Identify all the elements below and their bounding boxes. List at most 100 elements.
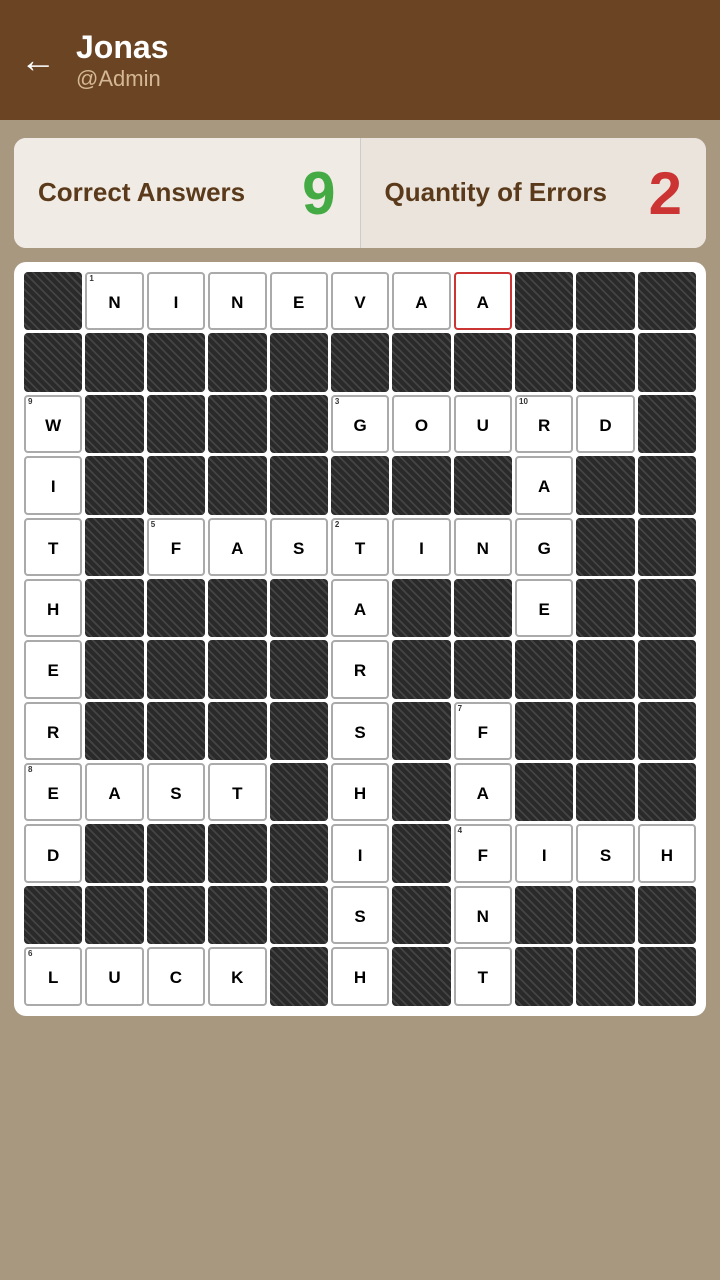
table-row: E — [270, 272, 328, 330]
table-row: E — [515, 579, 573, 637]
table-row: E — [24, 640, 82, 698]
table-row: H — [331, 947, 389, 1005]
table-row — [85, 518, 143, 576]
table-row: 5F — [147, 518, 205, 576]
table-row: D — [576, 395, 634, 453]
back-button[interactable]: ← — [20, 39, 56, 81]
table-row — [85, 333, 143, 391]
table-row — [392, 763, 450, 821]
table-row: A — [454, 272, 512, 330]
table-row — [515, 886, 573, 944]
errors-value: 2 — [649, 159, 682, 228]
table-row — [515, 640, 573, 698]
table-row — [576, 640, 634, 698]
table-row — [638, 456, 696, 514]
table-row: U — [85, 947, 143, 1005]
table-row — [638, 886, 696, 944]
table-row: D — [24, 824, 82, 882]
table-row: 9W — [24, 395, 82, 453]
table-row: 1N — [85, 272, 143, 330]
table-row — [85, 395, 143, 453]
table-row — [85, 824, 143, 882]
table-row — [208, 395, 266, 453]
table-row — [392, 333, 450, 391]
table-row: N — [454, 518, 512, 576]
errors-stat: Quantity of Errors 2 — [361, 138, 707, 248]
table-row — [24, 886, 82, 944]
table-row — [85, 456, 143, 514]
table-row — [515, 763, 573, 821]
table-row — [208, 640, 266, 698]
table-row — [576, 763, 634, 821]
table-row: S — [147, 763, 205, 821]
table-row — [454, 333, 512, 391]
table-row — [270, 456, 328, 514]
table-row — [85, 579, 143, 637]
table-row — [576, 947, 634, 1005]
table-row: A — [208, 518, 266, 576]
table-row: C — [147, 947, 205, 1005]
table-row — [147, 702, 205, 760]
table-row — [208, 579, 266, 637]
table-row: R — [24, 702, 82, 760]
table-row — [515, 947, 573, 1005]
table-row — [270, 333, 328, 391]
table-row — [24, 272, 82, 330]
table-row — [638, 579, 696, 637]
table-row — [638, 640, 696, 698]
table-row — [270, 702, 328, 760]
table-row: S — [576, 824, 634, 882]
table-row — [331, 456, 389, 514]
table-row — [208, 702, 266, 760]
admin-label: @Admin — [76, 66, 168, 92]
table-row — [147, 579, 205, 637]
table-row: 7F — [454, 702, 512, 760]
crossword-grid: 1NINEVAA9W3GOU10RDIAT5FAS2TINGHAEERRS7F8… — [24, 272, 696, 1006]
table-row — [638, 763, 696, 821]
table-row — [638, 518, 696, 576]
table-row: S — [270, 518, 328, 576]
table-row — [24, 333, 82, 391]
table-row: G — [515, 518, 573, 576]
table-row — [638, 395, 696, 453]
table-row: I — [331, 824, 389, 882]
table-row: 2T — [331, 518, 389, 576]
table-row — [331, 333, 389, 391]
table-row — [147, 395, 205, 453]
table-row — [638, 333, 696, 391]
table-row: H — [331, 763, 389, 821]
table-row — [85, 702, 143, 760]
table-row — [392, 579, 450, 637]
table-row: V — [331, 272, 389, 330]
table-row: N — [454, 886, 512, 944]
correct-answers-value: 9 — [302, 159, 335, 228]
username: Jonas — [76, 29, 168, 66]
table-row — [147, 640, 205, 698]
table-row — [392, 456, 450, 514]
table-row: O — [392, 395, 450, 453]
table-row — [515, 333, 573, 391]
crossword-grid-container: 1NINEVAA9W3GOU10RDIAT5FAS2TINGHAEERRS7F8… — [14, 262, 706, 1016]
table-row: A — [85, 763, 143, 821]
table-row — [576, 333, 634, 391]
table-row — [208, 333, 266, 391]
table-row: A — [515, 456, 573, 514]
table-row — [392, 886, 450, 944]
table-row: H — [638, 824, 696, 882]
table-row — [208, 824, 266, 882]
table-row: A — [331, 579, 389, 637]
table-row: I — [515, 824, 573, 882]
table-row — [515, 702, 573, 760]
table-row: I — [147, 272, 205, 330]
table-row: 4F — [454, 824, 512, 882]
table-row — [147, 824, 205, 882]
table-row: N — [208, 272, 266, 330]
table-row — [392, 702, 450, 760]
table-row: A — [454, 763, 512, 821]
table-row — [576, 886, 634, 944]
table-row: K — [208, 947, 266, 1005]
table-row — [454, 640, 512, 698]
table-row: T — [208, 763, 266, 821]
table-row: T — [454, 947, 512, 1005]
header: ← Jonas @Admin — [0, 0, 720, 120]
